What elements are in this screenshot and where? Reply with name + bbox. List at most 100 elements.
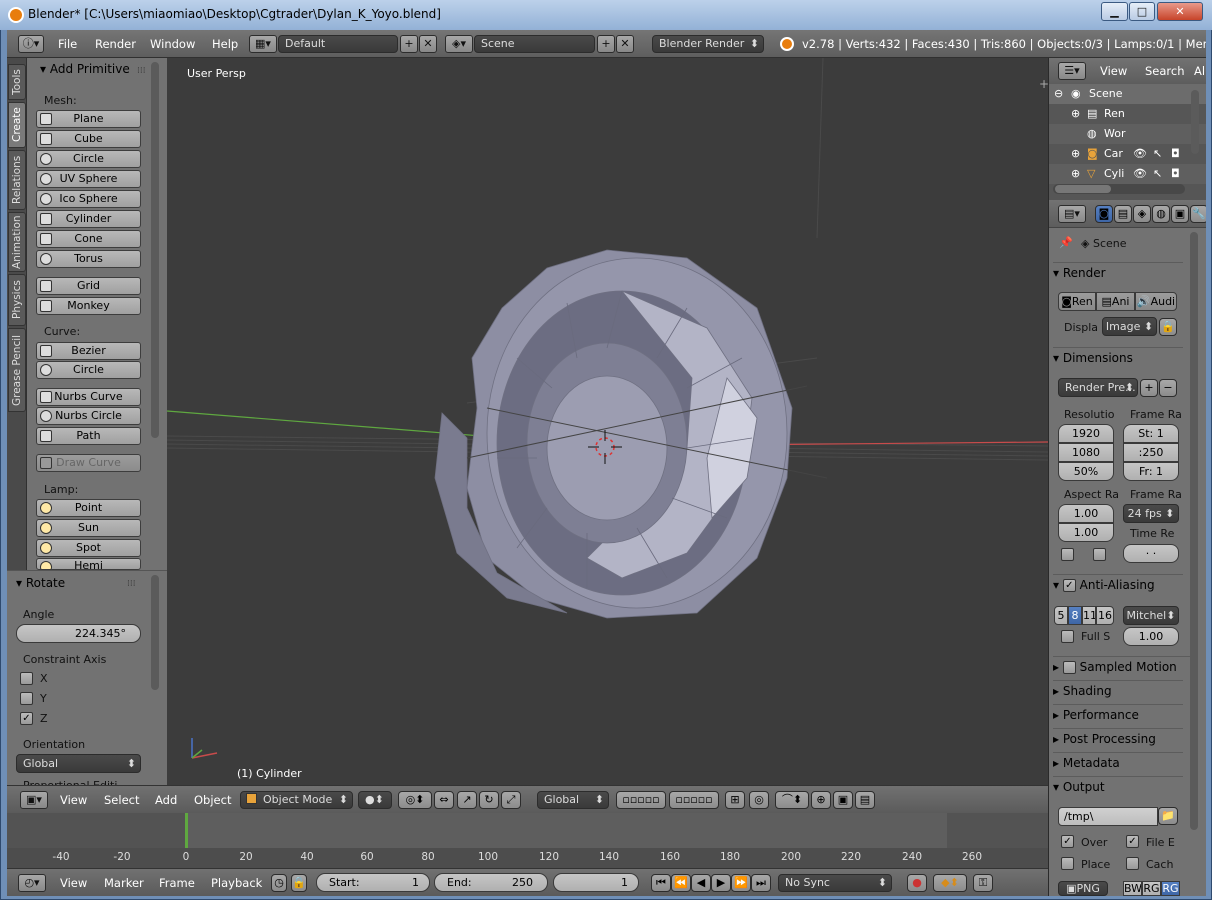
rotate-manipulator-icon[interactable]: ↻ <box>479 791 499 809</box>
panel-header[interactable]: ▾ Add Primitive <box>40 62 130 76</box>
add-scene-icon[interactable]: + <box>597 35 615 53</box>
add-curve-circle-button[interactable]: Circle <box>36 361 141 379</box>
menu-view[interactable]: View <box>60 793 87 807</box>
current-frame-field[interactable]: 1 <box>553 873 639 892</box>
snap-target-icon[interactable]: ⊕ <box>811 791 831 809</box>
tab-tools[interactable]: Tools <box>8 64 26 100</box>
add-uv-sphere-button[interactable]: UV Sphere <box>36 170 141 188</box>
menu-object[interactable]: Object <box>194 793 231 807</box>
color-rgb-button[interactable]: RG <box>1142 881 1161 896</box>
current-frame-indicator[interactable] <box>185 813 188 848</box>
add-preset-icon[interactable]: + <box>1140 379 1158 397</box>
scene-field[interactable]: Scene <box>474 35 595 53</box>
tab-grease-pencil[interactable]: Grease Pencil <box>8 328 26 412</box>
render-icon[interactable]: ▣ <box>833 791 853 809</box>
eye-icon[interactable]: 👁 <box>1133 147 1147 160</box>
add-nurbs-curve-button[interactable]: Nurbs Curve <box>36 388 141 406</box>
angle-field[interactable]: 224.345° <box>16 624 141 643</box>
axis-y-checkbox[interactable] <box>20 692 33 705</box>
tab-create[interactable]: Create <box>8 102 26 148</box>
record-icon[interactable]: ● <box>907 874 927 892</box>
outliner-hscroll[interactable] <box>1053 184 1185 194</box>
full-sample-checkbox[interactable] <box>1061 630 1074 643</box>
dimensions-panel-header[interactable]: ▾ Dimensions <box>1053 347 1183 369</box>
aa-samples-16[interactable]: 16 <box>1096 606 1114 625</box>
add-spot-lamp-button[interactable]: Spot <box>36 539 141 557</box>
display-select[interactable]: Image ⬍ <box>1102 317 1157 336</box>
camera-render-icon[interactable]: ◘ <box>1171 147 1180 160</box>
transform-orientation-select[interactable]: Global ⬍ <box>537 791 609 809</box>
add-torus-button[interactable]: Torus <box>36 250 141 268</box>
render-layers-context-icon[interactable]: ▤ <box>1114 205 1132 223</box>
timeline-menu-marker[interactable]: Marker <box>104 876 144 890</box>
add-ico-sphere-button[interactable]: Ico Sphere <box>36 190 141 208</box>
add-cube-button[interactable]: Cube <box>36 130 141 148</box>
3d-viewport[interactable]: + User Persp (1) Cylinder <box>167 58 1048 785</box>
outliner-row-camera[interactable]: ⊕ ◙ Car 👁 ↖ ◘ <box>1049 144 1206 164</box>
tab-relations[interactable]: Relations <box>8 150 26 210</box>
viewport-shading-select[interactable]: ●⬍ <box>358 791 392 809</box>
outliner-row-scene[interactable]: ⊖ ◉ Scene <box>1049 84 1206 104</box>
add-nurbs-circle-button[interactable]: Nurbs Circle <box>36 407 141 425</box>
resolution-x-field[interactable]: 1920 <box>1058 424 1114 443</box>
editor-type-outliner-icon[interactable]: ☰▾ <box>1058 62 1086 80</box>
outliner-menu-all[interactable]: All <box>1194 64 1206 78</box>
overwrite-checkbox[interactable]: ✓ <box>1061 835 1074 848</box>
render-context-icon[interactable]: ◙ <box>1095 205 1113 223</box>
manipulator-toggle-icon[interactable]: ⇔ <box>434 791 454 809</box>
outliner-row-cylinder[interactable]: ⊕ ▽ Cyli 👁 ↖ ◘ <box>1049 164 1206 184</box>
pin-icon[interactable]: 📌 <box>1059 236 1073 249</box>
aa-samples-11[interactable]: 11 <box>1082 606 1096 625</box>
menu-render[interactable]: Render <box>95 37 136 51</box>
add-point-lamp-button[interactable]: Point <box>36 499 141 517</box>
editor-type-properties-icon[interactable]: ▤▾ <box>1058 205 1086 223</box>
mode-select[interactable]: Object Mode ⬍ <box>240 791 353 809</box>
performance-panel-header[interactable]: ▸ Performance <box>1053 704 1183 726</box>
maximize-button[interactable]: □ <box>1129 2 1155 21</box>
axis-x-checkbox[interactable] <box>20 672 33 685</box>
anti-aliasing-panel-header[interactable]: ▾ ✓ Anti-Aliasing <box>1053 574 1183 596</box>
menu-window[interactable]: Window <box>150 37 195 51</box>
outliner-vscroll[interactable] <box>1191 90 1199 154</box>
camera-render-icon[interactable]: ◘ <box>1171 167 1180 180</box>
resolution-percent-field[interactable]: 50% <box>1058 462 1114 481</box>
tab-animation[interactable]: Animation <box>8 212 26 272</box>
add-grid-button[interactable]: Grid <box>36 277 141 295</box>
lock-camera-icon[interactable]: ⊞ <box>725 791 745 809</box>
sampled-motion-panel-header[interactable]: ▸ Sampled Motion <box>1053 656 1193 678</box>
frame-start-field[interactable]: St: 1 <box>1123 424 1179 443</box>
draw-curve-button[interactable]: Draw Curve <box>36 454 141 472</box>
toolshelf-scrollbar[interactable] <box>151 62 159 438</box>
add-plane-button[interactable]: Plane <box>36 110 141 128</box>
time-remap-field[interactable]: · · <box>1123 544 1179 563</box>
sync-select[interactable]: No Sync ⬍ <box>778 874 892 892</box>
screen-layout-field[interactable]: Default <box>278 35 398 53</box>
color-rgba-button[interactable]: RG <box>1161 881 1180 896</box>
frame-step-field[interactable]: Fr: 1 <box>1123 462 1179 481</box>
render-panel-header[interactable]: ▾ Render <box>1053 262 1183 284</box>
color-bw-button[interactable]: BW <box>1123 881 1142 896</box>
lock-range-icon[interactable]: 🔒 <box>291 874 307 892</box>
add-screen-icon[interactable]: + <box>400 35 418 53</box>
frame-end-field[interactable]: :250 <box>1123 443 1179 462</box>
axis-z-checkbox[interactable]: ✓ <box>20 712 33 725</box>
screen-layout-icon[interactable]: ▦▾ <box>249 35 277 53</box>
jump-end-icon[interactable]: ⏭ <box>751 874 771 892</box>
add-monkey-button[interactable]: Monkey <box>36 297 141 315</box>
timeline-menu-playback[interactable]: Playback <box>211 876 262 890</box>
next-keyframe-icon[interactable]: ⏩ <box>731 874 751 892</box>
jump-start-icon[interactable]: ⏮ <box>651 874 671 892</box>
timeline-strip[interactable] <box>187 813 947 848</box>
render-still-button[interactable]: ◙Ren <box>1058 292 1096 311</box>
output-panel-header[interactable]: ▾ Output <box>1053 776 1183 798</box>
timeline[interactable]: -40 -20 0 20 40 60 80 100 120 140 160 18… <box>7 813 1048 868</box>
properties-scrollbar[interactable] <box>1190 232 1198 830</box>
world-context-icon[interactable]: ◍ <box>1152 205 1170 223</box>
scale-manipulator-icon[interactable]: ⤢ <box>501 791 521 809</box>
remove-screen-icon[interactable]: ✕ <box>419 35 437 53</box>
render-audio-button[interactable]: 🔊Audi <box>1135 292 1177 311</box>
scene-context-icon[interactable]: ◈ <box>1133 205 1151 223</box>
cache-result-checkbox[interactable] <box>1126 857 1139 870</box>
render-preset-select[interactable]: Render Pre... ⬍ <box>1058 378 1138 397</box>
aa-filter-select[interactable]: Mitchel⬍ <box>1123 606 1179 625</box>
